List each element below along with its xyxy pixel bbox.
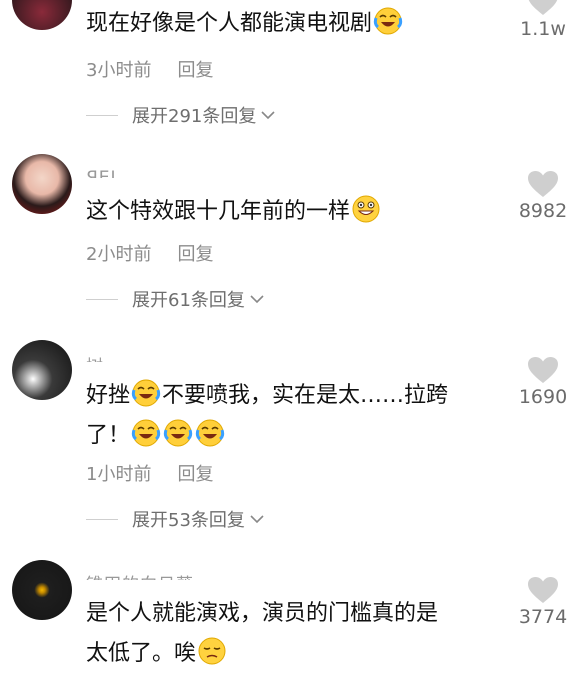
laugh-cry-emoji-icon <box>195 419 225 447</box>
comment-username[interactable]: 锥田的向日葵 <box>86 570 194 580</box>
heart-icon <box>528 577 558 603</box>
expand-replies-label: 展开61条回复 <box>132 290 245 311</box>
reply-button[interactable]: 回复 <box>177 464 213 485</box>
like-count: 1.1w <box>520 18 566 40</box>
laugh-cry-emoji-icon <box>131 379 161 407</box>
comment-time: 3小时前 <box>86 60 152 81</box>
comment-text-part: 现在好像是个人都能演电视剧 <box>86 11 373 36</box>
comment-text-part: 了！ <box>86 423 131 448</box>
like-button[interactable]: 1.1w <box>508 0 578 40</box>
comment-meta: 2小时前 回复 <box>86 240 213 266</box>
expand-replies-label: 展开53条回复 <box>132 510 245 531</box>
expand-replies-button[interactable]: 展开61条回复 <box>86 286 265 312</box>
avatar[interactable] <box>12 154 72 214</box>
heart-icon <box>528 171 558 197</box>
comment-text: 是个人就能演戏，演员的门槛真的是 太低了。唉 <box>86 594 501 674</box>
comment-text-part: 是个人就能演戏，演员的门槛真的是 <box>86 601 439 626</box>
divider-line <box>86 114 118 116</box>
avatar[interactable] <box>12 560 72 620</box>
comment-time: 1小时前 <box>86 464 152 485</box>
comment-username[interactable]: ЯEJ <box>86 168 117 178</box>
expand-replies-button[interactable]: 展开291条回复 <box>86 102 276 128</box>
like-count: 8982 <box>518 200 568 222</box>
chevron-down-icon <box>250 295 264 304</box>
comment-meta: 1小时前 回复 <box>86 460 213 486</box>
grin-emoji-icon <box>352 195 380 223</box>
expand-replies-button[interactable]: 展开53条回复 <box>86 506 265 532</box>
comment-text-part: 好挫 <box>86 383 131 408</box>
like-count: 3774 <box>518 606 568 628</box>
comment-text-part: 不要喷我，实在是太……拉跨 <box>162 383 449 408</box>
laugh-cry-emoji-icon <box>163 419 193 447</box>
laugh-cry-emoji-icon <box>373 7 403 35</box>
laugh-cry-emoji-icon <box>131 419 161 447</box>
like-count: 1690 <box>518 386 568 408</box>
like-button[interactable]: 3774 <box>508 576 578 628</box>
avatar[interactable] <box>12 0 72 30</box>
comment-text: 这个特效跟十几年前的一样 <box>86 192 501 232</box>
comment-meta: 3小时前 回复 <box>86 56 213 82</box>
expand-replies-label: 展开291条回复 <box>132 106 257 127</box>
reply-button[interactable]: 回复 <box>177 244 213 265</box>
comment-text-part: 太低了。唉 <box>86 641 197 666</box>
divider-line <box>86 518 118 520</box>
comment-time: 2小时前 <box>86 244 152 265</box>
comment-text-part: 这个特效跟十几年前的一样 <box>86 199 351 224</box>
like-button[interactable]: 1690 <box>508 356 578 408</box>
sigh-emoji-icon <box>198 637 226 665</box>
comment-text: 好挫 不要喷我，实在是太……拉跨 了！ <box>86 376 501 456</box>
chevron-down-icon <box>250 515 264 524</box>
heart-icon <box>528 357 558 383</box>
heart-icon <box>528 0 558 15</box>
like-button[interactable]: 8982 <box>508 170 578 222</box>
comment-username[interactable]: 树 <box>86 352 104 362</box>
comment-text: 现在好像是个人都能演电视剧 <box>86 4 501 44</box>
chevron-down-icon <box>261 111 275 120</box>
reply-button[interactable]: 回复 <box>177 60 213 81</box>
avatar[interactable] <box>12 340 72 400</box>
divider-line <box>86 298 118 300</box>
